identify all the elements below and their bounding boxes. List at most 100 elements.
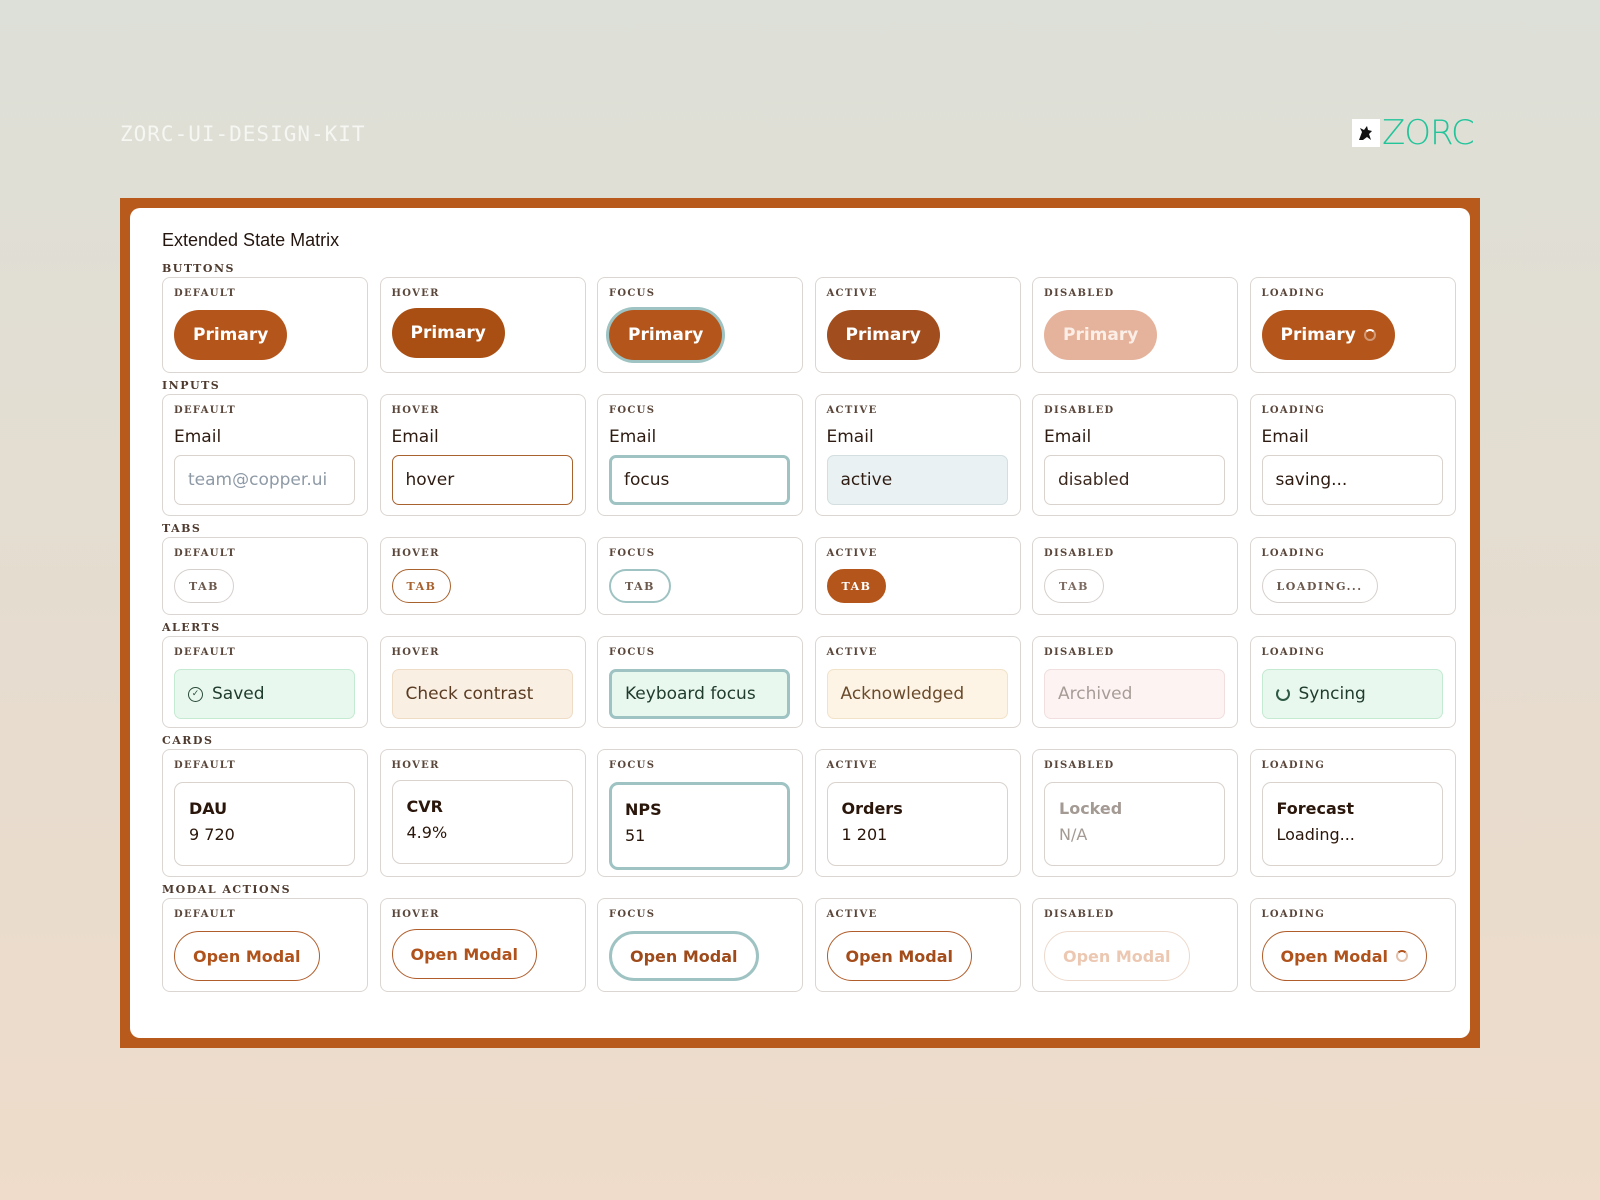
state-label: DISABLED (1044, 647, 1115, 658)
alert-text: Syncing (1298, 684, 1366, 704)
email-field-loading[interactable]: saving... (1261, 455, 1443, 505)
button-label: Primary (410, 323, 486, 343)
modal-actions-row: DEFAULT Open Modal HOVER Open Modal FOCU… (162, 898, 1456, 992)
tabs-hover-cell: HOVER TAB (379, 537, 586, 615)
state-label: DEFAULT (174, 288, 237, 299)
state-label: FOCUS (609, 405, 656, 416)
state-label: DISABLED (1044, 548, 1115, 559)
state-label: LOADING (1261, 647, 1326, 658)
primary-button-disabled: Primary (1044, 310, 1158, 360)
alert-text: Check contrast (405, 684, 534, 704)
metric-card-loading[interactable]: Forecast Loading... (1261, 782, 1443, 866)
state-label: DEFAULT (174, 647, 237, 658)
open-modal-button-default[interactable]: Open Modal (174, 931, 320, 981)
button-label: Open Modal (193, 946, 301, 966)
state-label: LOADING (1261, 288, 1326, 299)
alert-active: Acknowledged (826, 669, 1008, 719)
state-label: FOCUS (609, 909, 656, 920)
tabs-row: DEFAULT TAB HOVER TAB FOCUS TAB ACTIVE T… (162, 537, 1456, 615)
state-label: LOADING (1261, 548, 1326, 559)
state-label: LOADING (1261, 760, 1326, 771)
button-label: Primary (193, 325, 269, 345)
alerts-loading-cell: LOADING Syncing (1249, 636, 1456, 728)
tabs-active-cell: ACTIVE TAB (814, 537, 1021, 615)
primary-button-loading[interactable]: Primary (1261, 310, 1395, 360)
metric-card-default[interactable]: DAU 9 720 (174, 782, 355, 866)
metric-card-focus[interactable]: NPS 51 (609, 782, 790, 870)
open-modal-button-loading[interactable]: Open Modal (1261, 931, 1428, 981)
dog-mascot-icon (1352, 119, 1380, 147)
matrix-frame: Extended State Matrix BUTTONS DEFAULT Pr… (120, 198, 1480, 1048)
state-label: LOADING (1261, 405, 1326, 416)
email-label: Email (391, 427, 439, 447)
email-label: Email (1261, 427, 1309, 447)
inputs-focus-cell: FOCUS Email focus (597, 394, 803, 516)
open-modal-button-focus[interactable]: Open Modal (609, 931, 759, 981)
open-modal-button-active[interactable]: Open Modal (826, 931, 973, 981)
card-value: 4.9% (406, 823, 448, 842)
email-field-default[interactable]: team@copper.ui (174, 455, 355, 505)
primary-button-hover[interactable]: Primary (391, 308, 505, 358)
tab-loading[interactable]: LOADING... (1261, 569, 1378, 603)
kit-label: ZORC-UI-DESIGN-KIT (120, 122, 366, 146)
email-field-disabled: disabled (1044, 455, 1225, 505)
alert-text: Acknowledged (840, 684, 965, 704)
tab-active[interactable]: TAB (826, 569, 887, 603)
tab-disabled: TAB (1044, 569, 1104, 603)
email-field-focus[interactable]: focus (609, 455, 790, 505)
tab-default[interactable]: TAB (174, 569, 234, 603)
card-value: Loading... (1276, 825, 1355, 844)
panel-title: Extended State Matrix (162, 230, 340, 250)
button-label: Primary (845, 325, 921, 345)
email-field-active[interactable]: active (826, 455, 1008, 505)
cards-focus-cell: FOCUS NPS 51 (597, 749, 803, 877)
card-value: 51 (625, 826, 646, 845)
state-label: ACTIVE (826, 288, 878, 299)
state-label: DEFAULT (174, 760, 237, 771)
alert-text: Saved (212, 684, 265, 704)
alert-loading: Syncing (1261, 669, 1443, 719)
tabs-default-cell: DEFAULT TAB (162, 537, 368, 615)
button-label: Primary (1063, 325, 1139, 345)
brand-logo: ZORC (1352, 113, 1475, 153)
alert-focus: Keyboard focus (609, 669, 790, 719)
cards-row: DEFAULT DAU 9 720 HOVER CVR 4.9% FOCUS N… (162, 749, 1456, 877)
open-modal-button-hover[interactable]: Open Modal (391, 929, 538, 979)
alert-default: ✓ Saved (174, 669, 355, 719)
tabs-focus-cell: FOCUS TAB (597, 537, 803, 615)
primary-button-default[interactable]: Primary (174, 310, 288, 360)
alert-disabled: Archived (1044, 669, 1225, 719)
cards-disabled-cell: DISABLED Locked N/A (1032, 749, 1238, 877)
state-label: ACTIVE (826, 647, 878, 658)
cards-hover-cell: HOVER CVR 4.9% (379, 749, 586, 877)
button-label: Open Modal (1280, 946, 1389, 966)
state-label: ACTIVE (826, 909, 878, 920)
brand-name: ZORC (1382, 113, 1475, 153)
primary-button-focus[interactable]: Primary (609, 310, 723, 360)
card-value: 1 201 (841, 825, 888, 844)
alert-text: Archived (1058, 684, 1133, 704)
metric-card-active[interactable]: Orders 1 201 (826, 782, 1008, 866)
modals-disabled-cell: DISABLED Open Modal (1032, 898, 1238, 992)
tabs-disabled-cell: DISABLED TAB (1032, 537, 1238, 615)
card-title: DAU (189, 799, 228, 818)
buttons-default-cell: DEFAULT Primary (162, 277, 368, 373)
open-modal-button-disabled: Open Modal (1044, 931, 1190, 981)
email-label: Email (826, 427, 874, 447)
primary-button-active[interactable]: Primary (826, 310, 940, 360)
state-matrix-panel: Extended State Matrix BUTTONS DEFAULT Pr… (130, 208, 1470, 1038)
state-label: ACTIVE (826, 760, 878, 771)
card-value: 9 720 (189, 825, 235, 844)
alerts-focus-cell: FOCUS Keyboard focus (597, 636, 803, 728)
tab-focus[interactable]: TAB (609, 569, 671, 603)
metric-card-hover[interactable]: CVR 4.9% (391, 780, 573, 864)
alerts-disabled-cell: DISABLED Archived (1032, 636, 1238, 728)
section-label-alerts: ALERTS (162, 621, 221, 634)
inputs-active-cell: ACTIVE Email active (814, 394, 1021, 516)
tab-hover[interactable]: TAB (391, 569, 452, 603)
modals-focus-cell: FOCUS Open Modal (597, 898, 803, 992)
state-label: FOCUS (609, 548, 656, 559)
alerts-active-cell: ACTIVE Acknowledged (814, 636, 1021, 728)
email-field-hover[interactable]: hover (391, 455, 573, 505)
state-label: DISABLED (1044, 405, 1115, 416)
